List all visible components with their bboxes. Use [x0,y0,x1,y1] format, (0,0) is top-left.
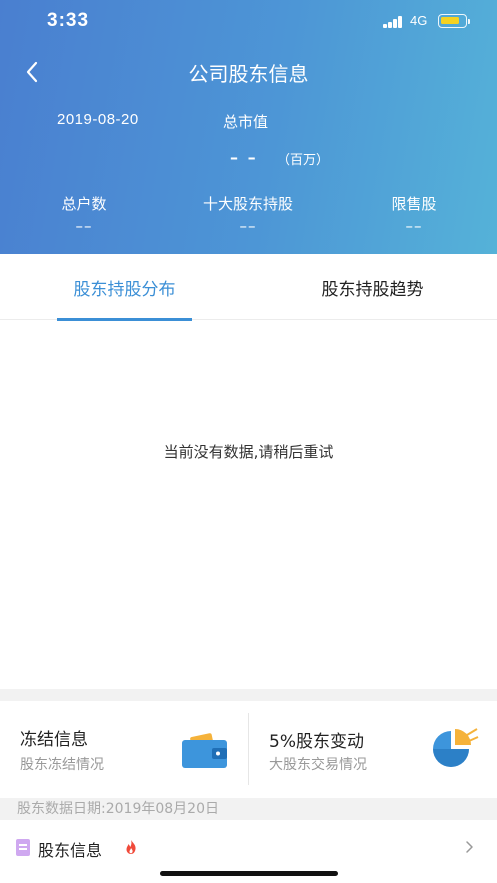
freeze-info-card[interactable]: 冻结信息 股东冻结情况 [0,701,248,798]
section-gap [0,689,497,701]
card-title: 5%股东变动 [269,732,364,752]
info-cards: 冻结信息 股东冻结情况 5%股东变动 大股东交易情况 [0,701,497,798]
shareholder-data-date: 股东数据日期:2019年08月20日 [0,798,497,820]
tab-bar: 股东持股分布 股东持股趋势 [0,254,497,321]
stat-top10-holdings: 十大股东持股 –– [188,193,308,235]
card-subtitle: 股东冻结情况 [20,757,104,773]
market-cap-unit: （百万） [277,153,330,168]
home-indicator[interactable] [160,871,338,876]
market-cap-value: – – [230,148,258,167]
stat-value: –– [239,217,257,235]
signal-icon [383,16,405,28]
document-icon [16,839,30,856]
fire-icon [126,840,136,854]
stat-label: 限售股 [391,195,437,213]
card-title: 冻结信息 [20,730,88,750]
wallet-icon [182,733,227,768]
major-holder-change-card[interactable]: 5%股东变动 大股东交易情况 [249,701,497,798]
pie-chart-icon [433,728,479,767]
header: 3:33 4G 公司股东信息 2019-08-20 总市值 – – （百万） 总… [0,0,497,254]
shareholder-info-row[interactable]: 股东信息 [0,820,497,875]
market-cap-label: 总市值 [223,113,269,131]
stat-label: 总户数 [61,195,107,213]
stat-restricted-shares: 限售股 –– [374,193,454,235]
chevron-right-icon [466,841,473,853]
stat-label: 十大股东持股 [202,195,293,213]
stat-total-accounts: 总户数 –– [44,193,124,235]
tab-label: 股东持股分布 [73,279,176,300]
stat-value: –– [75,217,93,235]
page-title: 公司股东信息 [188,62,309,86]
empty-state-message: 当前没有数据,请稍后重试 [163,443,334,461]
quote-date: 2019-08-20 [57,111,139,128]
status-time: 3:33 [47,10,90,31]
tab-label: 股东持股趋势 [321,279,424,300]
tab-holding-trend[interactable]: 股东持股趋势 [305,254,440,320]
tab-holding-distribution[interactable]: 股东持股分布 [57,254,192,321]
status-bar: 3:33 4G [0,0,497,44]
network-label: 4G [410,13,428,28]
stat-value: –– [405,217,423,235]
tab-active-indicator [57,318,192,321]
row-label: 股东信息 [38,841,103,860]
card-subtitle: 大股东交易情况 [269,757,367,773]
battery-icon [438,14,470,28]
